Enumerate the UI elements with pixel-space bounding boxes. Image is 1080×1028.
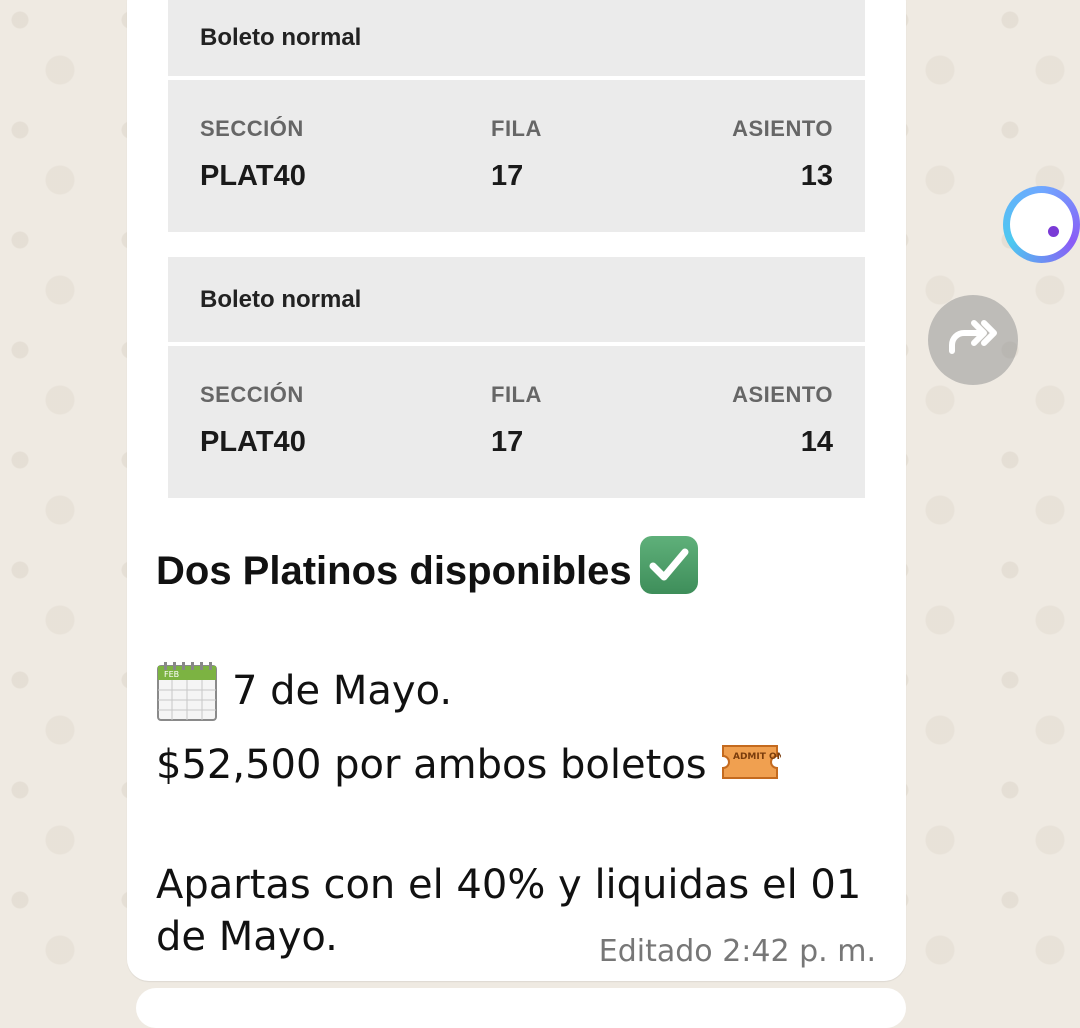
section-value: PLAT40 [200, 426, 306, 458]
message-meta: Editado 2:42 p. m. [599, 934, 876, 969]
ticket-type: Boleto normal [168, 0, 865, 76]
row-label: FILA [491, 382, 542, 407]
seat-label: ASIENTO [732, 116, 833, 141]
next-message-bubble[interactable] [136, 988, 906, 1028]
ticket-type-label: Boleto normal [200, 24, 362, 51]
price-text: $52,500 por ambos boletos [156, 742, 707, 788]
row-label: FILA [491, 116, 542, 141]
seat-value: 13 [800, 160, 833, 192]
admission-ticket-icon: ADMIT ONE [721, 745, 781, 779]
message-headline: Dos Platinos disponibles [156, 536, 698, 594]
seat-label: ASIENTO [732, 382, 833, 407]
ticket-details: SECCIÓN FILA ASIENTO PLAT40 17 14 [168, 346, 865, 498]
ticket-icon-text: ADMIT ONE [733, 752, 781, 762]
edited-label: Editado [598, 934, 713, 969]
forward-icon [949, 320, 997, 354]
row-value: 17 [491, 426, 524, 458]
check-mark-button-icon [639, 536, 698, 594]
section-label: SECCIÓN [200, 116, 304, 141]
ticket-card: Boleto normal SECCIÓN FILA ASIENTO PLAT4… [168, 0, 865, 232]
ticket-type: Boleto normal [168, 257, 865, 342]
seat-value: 14 [800, 426, 833, 458]
section-label: SECCIÓN [200, 382, 304, 407]
row-value: 17 [491, 160, 524, 192]
headline-text: Dos Platinos disponibles [156, 549, 632, 593]
calendar-month-text: FEB [164, 670, 179, 679]
price-line: $52,500 por ambos boletos ADMIT ONE [156, 742, 781, 788]
ticket-details: SECCIÓN FILA ASIENTO PLAT40 17 13 [168, 80, 865, 232]
forward-button[interactable] [928, 295, 1018, 385]
ticket-card: Boleto normal SECCIÓN FILA ASIENTO PLAT4… [168, 257, 865, 498]
payment-line-2: de Mayo. [156, 914, 338, 960]
assistant-dot-icon [1048, 226, 1059, 237]
message-time: 2:42 p. m. [722, 934, 876, 969]
section-value: PLAT40 [200, 160, 306, 192]
assistant-bubble-inner [1010, 193, 1073, 256]
ticket-type-label: Boleto normal [200, 285, 362, 313]
event-date: 7 de Mayo. [232, 668, 453, 714]
calendar-icon: FEB [157, 662, 217, 721]
payment-line-1: Apartas con el 40% y liquidas el 01 [156, 862, 862, 908]
assistant-bubble-button[interactable] [1003, 186, 1080, 263]
